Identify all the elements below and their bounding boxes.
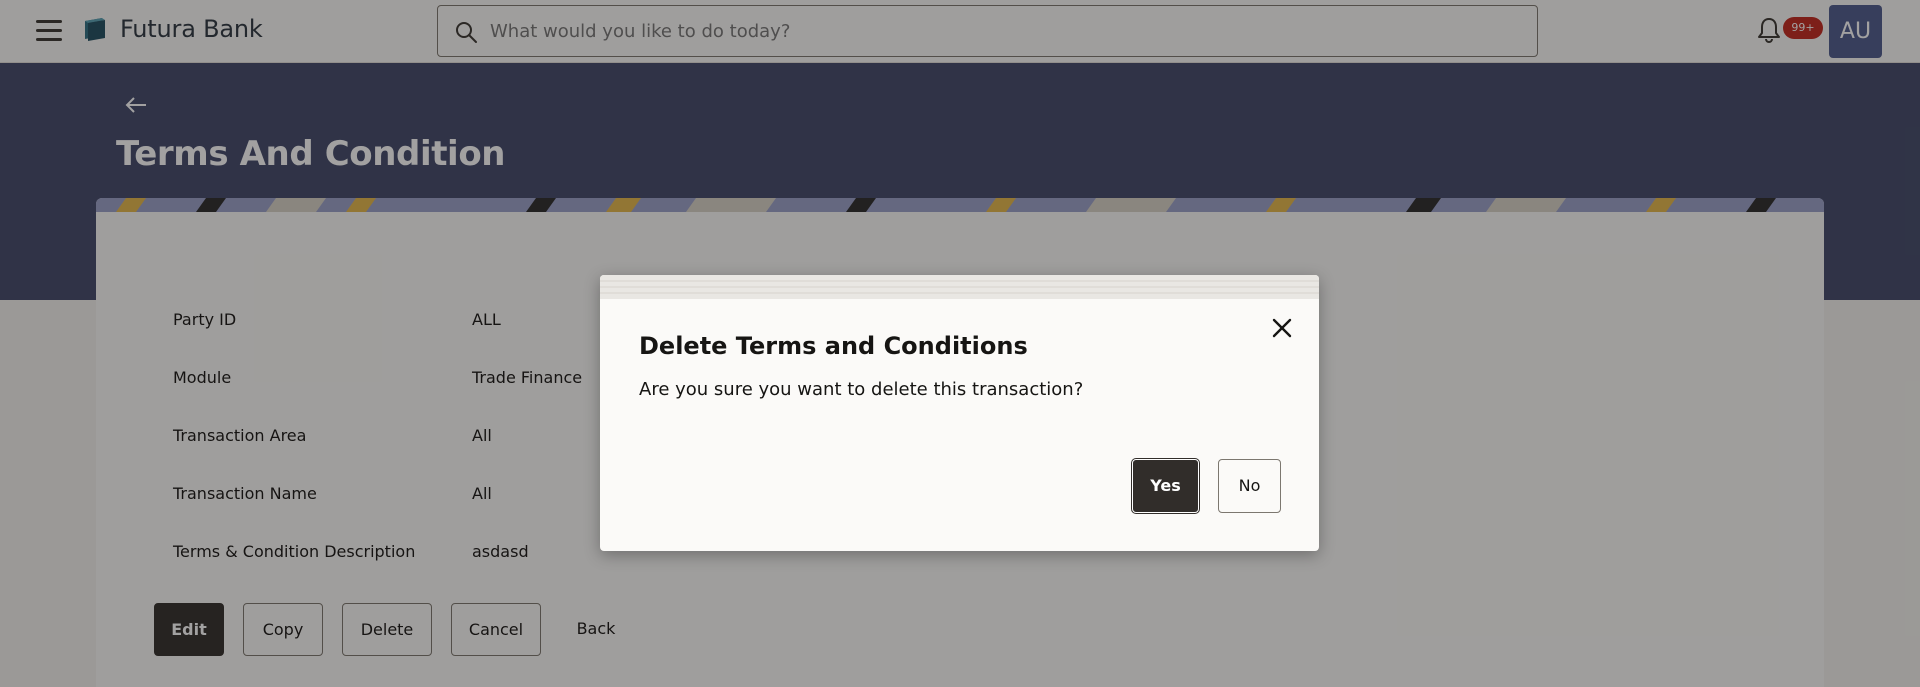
yes-button[interactable]: Yes: [1131, 458, 1200, 514]
delete-confirmation-dialog: Delete Terms and Conditions Are you sure…: [600, 275, 1319, 551]
dialog-pattern-strip: [600, 275, 1319, 299]
close-icon[interactable]: [1269, 315, 1295, 341]
no-button[interactable]: No: [1218, 459, 1281, 513]
dialog-message: Are you sure you want to delete this tra…: [639, 379, 1084, 400]
dialog-title: Delete Terms and Conditions: [639, 332, 1028, 360]
